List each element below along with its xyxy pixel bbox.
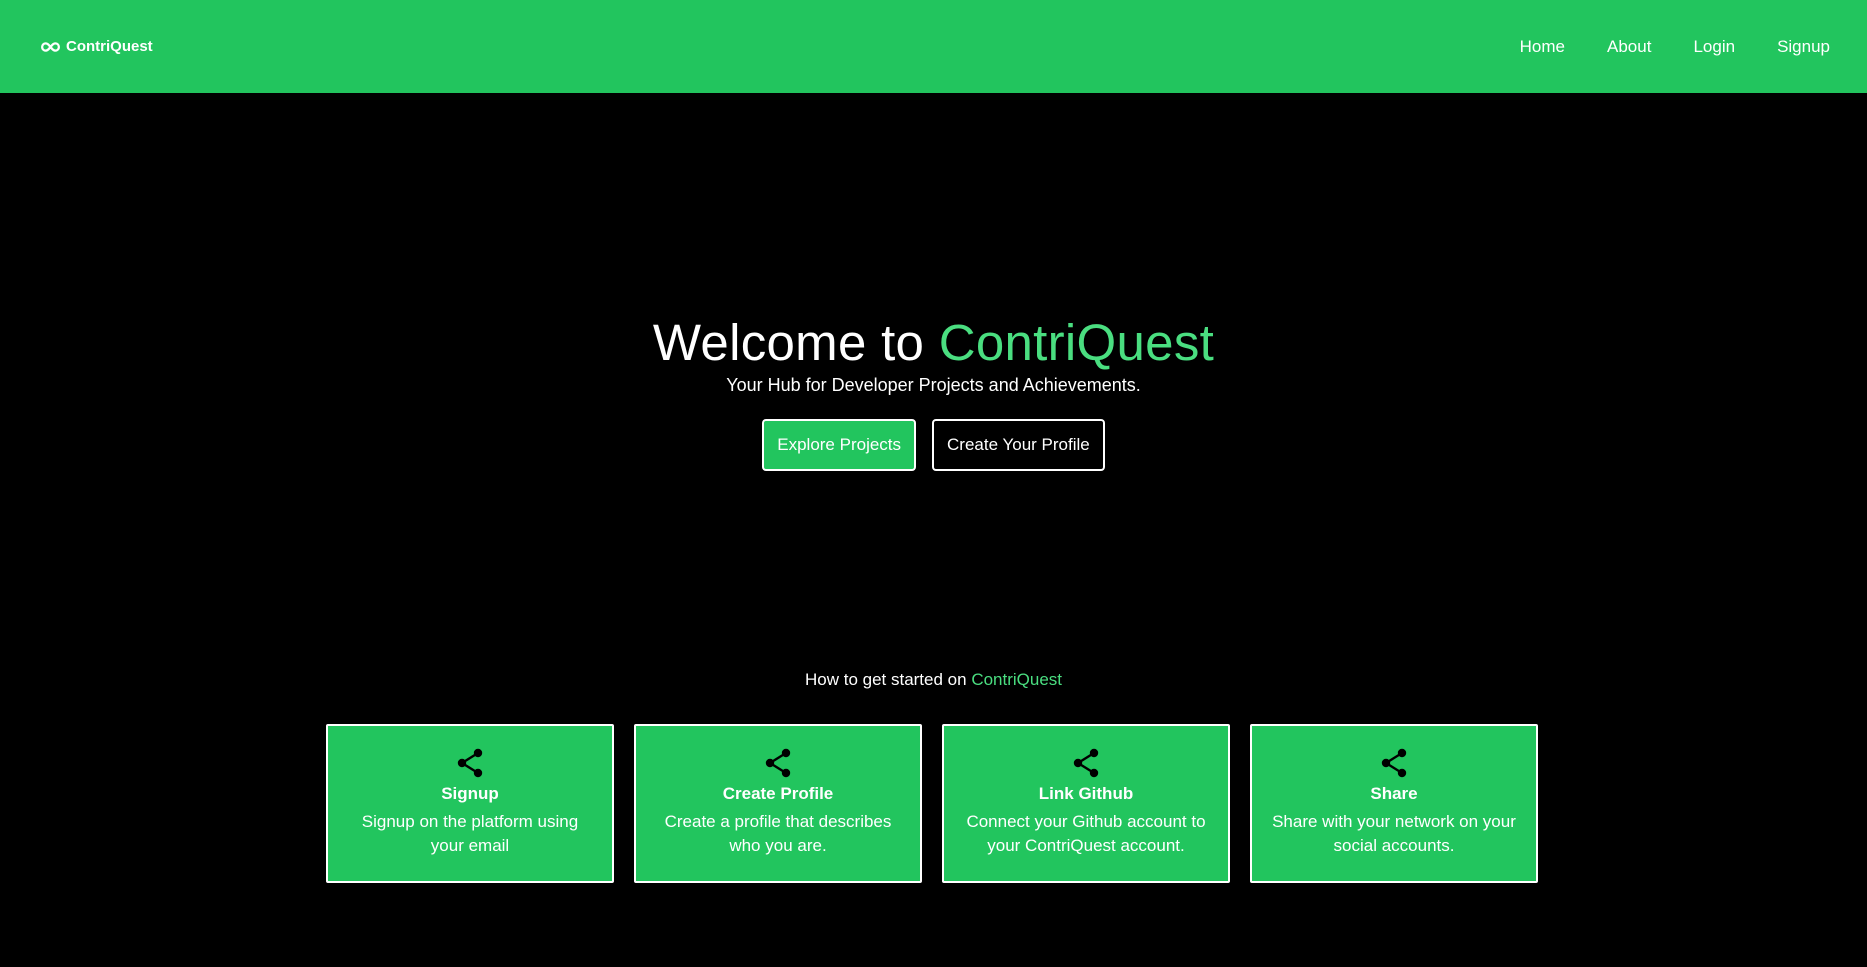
share-icon — [457, 748, 483, 778]
steps-heading-highlight: ContriQuest — [971, 670, 1063, 689]
step-card-description: Signup on the platform using your email — [361, 812, 579, 855]
hero-subtitle: Your Hub for Developer Projects and Achi… — [726, 375, 1141, 395]
step-card-create-profile: Create Profile Create a profile that des… — [634, 724, 922, 883]
navbar: ContriQuest Home About Login Signup — [0, 0, 1867, 93]
step-card-title: Link Github — [1038, 784, 1134, 803]
create-profile-button[interactable]: Create Your Profile — [932, 419, 1105, 471]
step-card-link-github: Link Github Connect your Github account … — [942, 724, 1230, 883]
steps-heading: How to get started on ContriQuest — [0, 670, 1867, 690]
step-card-share: Share Share with your network on your so… — [1250, 724, 1538, 883]
nav-link-home[interactable]: Home — [1520, 37, 1565, 57]
steps-cards: Signup Signup on the platform using your… — [326, 724, 1538, 883]
hero-title: Welcome to ContriQuest — [0, 317, 1867, 368]
step-card-title: Share — [1370, 784, 1418, 803]
step-card-description: Share with your network on your social a… — [1272, 812, 1516, 855]
nav-link-signup[interactable]: Signup — [1777, 37, 1830, 57]
brand-logo[interactable]: ContriQuest — [41, 38, 153, 55]
nav-link-login[interactable]: Login — [1693, 37, 1735, 57]
hero-title-highlight: ContriQuest — [938, 314, 1215, 371]
steps-heading-prefix: How to get started on — [804, 670, 972, 689]
brand-name: ContriQuest — [66, 38, 153, 55]
share-icon — [765, 748, 791, 778]
step-card-signup: Signup Signup on the platform using your… — [326, 724, 614, 883]
nav-link-about[interactable]: About — [1607, 37, 1651, 57]
step-card-title: Signup — [441, 784, 499, 803]
share-icon — [1381, 748, 1407, 778]
nav-links: Home About Login Signup — [1520, 37, 1830, 57]
step-card-description: Create a profile that describes who you … — [664, 812, 892, 855]
share-icon — [1073, 748, 1099, 778]
hero-title-prefix: Welcome to — [652, 314, 939, 371]
explore-projects-button[interactable]: Explore Projects — [762, 419, 917, 471]
infinity-icon — [41, 41, 60, 52]
step-card-description: Connect your Github account to your Cont… — [966, 812, 1206, 855]
step-card-title: Create Profile — [722, 784, 834, 803]
hero-actions: Explore Projects Create Your Profile — [0, 419, 1867, 471]
